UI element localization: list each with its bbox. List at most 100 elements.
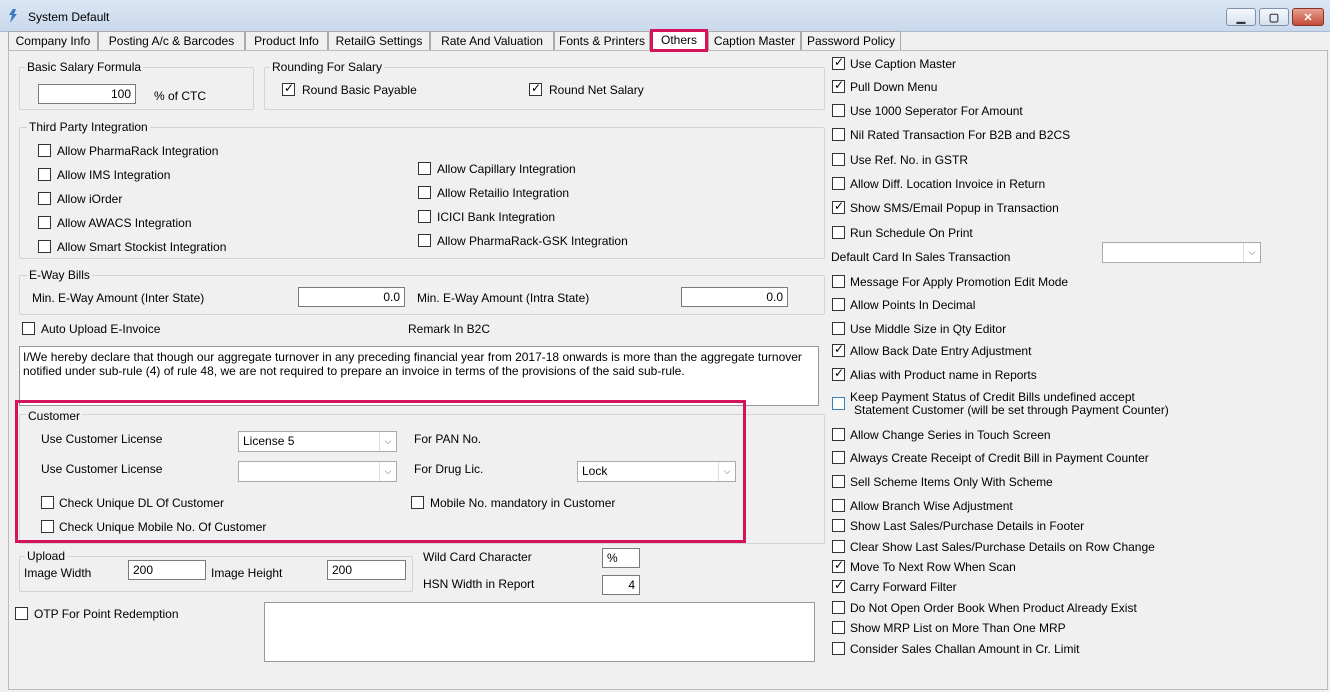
ims-checkbox[interactable] <box>38 168 51 181</box>
option-label: Use Ref. No. in GSTR <box>850 153 969 167</box>
option-checkbox[interactable] <box>832 128 845 141</box>
iorder-label: Allow iOrder <box>57 192 123 206</box>
round-basic-checkbox[interactable]: ✓ <box>282 81 295 96</box>
option-checkbox[interactable] <box>832 621 845 634</box>
customer-group-label: Customer <box>26 409 83 423</box>
retailio-checkbox[interactable] <box>418 186 431 199</box>
option-checkbox[interactable] <box>832 475 845 488</box>
image-width-input[interactable]: 200 <box>128 560 206 580</box>
salary-unit-label: % of CTC <box>154 89 207 103</box>
check-icon: ✓ <box>834 558 845 572</box>
option-checkbox[interactable]: ✓ <box>832 578 845 593</box>
image-height-input[interactable]: 200 <box>327 560 406 580</box>
option-checkbox[interactable] <box>832 226 845 239</box>
pan-label: For PAN No. <box>414 432 482 446</box>
option-checkbox[interactable] <box>832 601 845 614</box>
customer-license-select-1[interactable]: License 5 ⌵ <box>238 431 397 452</box>
remark-b2c-textarea[interactable]: I/We hereby declare that though our aggr… <box>19 346 819 406</box>
option-checkbox[interactable] <box>832 275 845 288</box>
option-label: Run Schedule On Print <box>850 226 973 240</box>
awacs-checkbox[interactable] <box>38 216 51 229</box>
maximize-button[interactable]: ▢ <box>1259 8 1289 26</box>
keep-payment-checkbox[interactable] <box>832 397 845 410</box>
option-label: Nil Rated Transaction For B2B and B2CS <box>850 128 1071 142</box>
hsn-width-label: HSN Width in Report <box>423 577 535 591</box>
otp-textarea[interactable] <box>264 602 815 662</box>
icici-label: ICICI Bank Integration <box>437 210 556 224</box>
round-net-checkbox[interactable]: ✓ <box>529 81 542 96</box>
option-label: Alias with Product name in Reports <box>850 368 1037 382</box>
capillary-checkbox[interactable] <box>418 162 431 175</box>
option-label: Allow Back Date Entry Adjustment <box>850 344 1032 358</box>
pharmarack-gsk-checkbox[interactable] <box>418 234 431 247</box>
others-panel: Basic Salary Formula 100 % of CTC Roundi… <box>8 50 1328 690</box>
minimize-button[interactable]: ▁ <box>1226 8 1256 26</box>
tab-others[interactable]: Others <box>650 29 708 52</box>
hsn-width-input[interactable]: 4 <box>602 575 640 595</box>
retailio-label: Allow Retailio Integration <box>437 186 570 200</box>
option-checkbox[interactable] <box>832 451 845 464</box>
keep-payment-label-1: Keep Payment Status of Credit Bills unde… <box>850 390 1135 404</box>
tab-caption-master[interactable]: Caption Master <box>708 31 801 51</box>
minimize-icon: ▁ <box>1236 11 1246 24</box>
eway-inter-label: Min. E-Way Amount (Inter State) <box>32 291 205 305</box>
option-checkbox[interactable] <box>832 642 845 655</box>
otp-redemption-checkbox[interactable] <box>15 607 28 620</box>
default-card-select[interactable]: ⌵ <box>1102 242 1261 263</box>
option-checkbox[interactable]: ✓ <box>832 342 845 357</box>
option-label: Show Last Sales/Purchase Details in Foot… <box>850 519 1085 533</box>
tab-rate-valuation[interactable]: Rate And Valuation <box>430 31 554 51</box>
mobile-mandatory-label: Mobile No. mandatory in Customer <box>430 496 616 510</box>
iorder-checkbox[interactable] <box>38 192 51 205</box>
eway-intra-input[interactable]: 0.0 <box>681 287 788 307</box>
option-label: Move To Next Row When Scan <box>850 560 1016 574</box>
drug-lic-value: Lock <box>582 464 608 478</box>
check-unique-dl-checkbox[interactable] <box>41 496 54 509</box>
auto-upload-einvoice-checkbox[interactable] <box>22 322 35 335</box>
drug-lic-label: For Drug Lic. <box>414 462 484 476</box>
option-checkbox[interactable] <box>832 104 845 117</box>
close-button[interactable]: ✕ <box>1292 8 1324 26</box>
tab-company-info[interactable]: Company Info <box>8 31 98 51</box>
option-label: Show SMS/Email Popup in Transaction <box>850 201 1059 215</box>
option-checkbox[interactable] <box>832 298 845 311</box>
customer-license-select-2[interactable]: ⌵ <box>238 461 397 482</box>
option-checkbox[interactable] <box>832 428 845 441</box>
round-basic-label: Round Basic Payable <box>302 83 417 97</box>
otp-redemption-label: OTP For Point Redemption <box>34 607 179 621</box>
drug-lic-select[interactable]: Lock ⌵ <box>577 461 736 482</box>
window-title: System Default <box>28 10 110 24</box>
pharmarack-checkbox[interactable] <box>38 144 51 157</box>
capillary-label: Allow Capillary Integration <box>437 162 576 176</box>
option-checkbox[interactable] <box>832 540 845 553</box>
round-net-label: Round Net Salary <box>549 83 644 97</box>
option-checkbox[interactable]: ✓ <box>832 55 845 70</box>
salary-percent-input[interactable]: 100 <box>38 84 136 104</box>
option-checkbox[interactable]: ✓ <box>832 366 845 381</box>
option-checkbox[interactable] <box>832 153 845 166</box>
option-checkbox[interactable] <box>832 499 845 512</box>
check-unique-mobile-checkbox[interactable] <box>41 520 54 533</box>
option-checkbox[interactable]: ✓ <box>832 558 845 573</box>
option-label: Allow Points In Decimal <box>850 298 976 312</box>
auto-upload-einvoice-label: Auto Upload E-Invoice <box>41 322 161 336</box>
option-checkbox[interactable] <box>832 322 845 335</box>
tab-retailg-settings[interactable]: RetailG Settings <box>328 31 430 51</box>
check-icon: ✓ <box>834 199 845 213</box>
check-icon: ✓ <box>531 81 542 95</box>
tab-password-policy[interactable]: Password Policy <box>801 31 901 51</box>
tab-product-info[interactable]: Product Info <box>245 31 328 51</box>
mobile-mandatory-checkbox[interactable] <box>411 496 424 509</box>
third-party-group-label: Third Party Integration <box>27 120 150 134</box>
option-checkbox[interactable]: ✓ <box>832 78 845 93</box>
tab-posting[interactable]: Posting A/c & Barcodes <box>98 31 245 51</box>
eway-inter-input[interactable]: 0.0 <box>298 287 405 307</box>
wildcard-input[interactable]: % <box>602 548 640 568</box>
option-checkbox[interactable] <box>832 519 845 532</box>
icici-checkbox[interactable] <box>418 210 431 223</box>
option-checkbox[interactable]: ✓ <box>832 199 845 214</box>
tab-fonts-printers[interactable]: Fonts & Printers <box>554 31 650 51</box>
option-checkbox[interactable] <box>832 177 845 190</box>
smart-stockist-checkbox[interactable] <box>38 240 51 253</box>
check-icon: ✓ <box>834 78 845 92</box>
